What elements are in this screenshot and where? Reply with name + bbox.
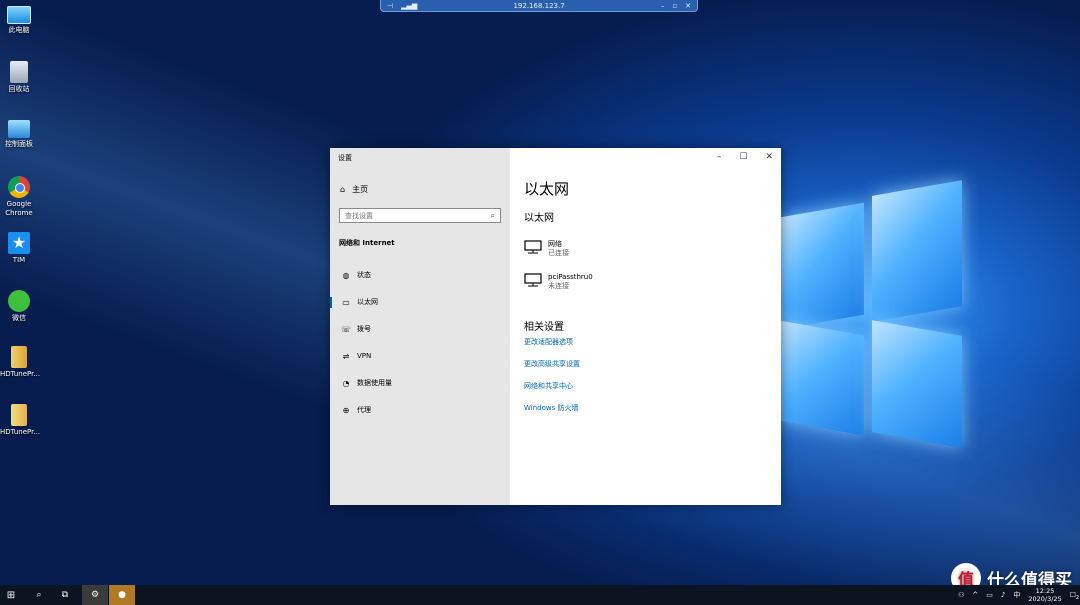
computer-icon — [7, 6, 31, 24]
task-view-button[interactable]: ⧉ — [54, 585, 76, 605]
people-icon[interactable]: ⚇ — [958, 591, 964, 599]
page-title: 以太网 — [524, 180, 570, 198]
home-icon: ⌂ — [340, 185, 346, 194]
nav-item-data-usage[interactable]: ◔ 数据使用量 — [330, 374, 510, 392]
taskbar: ⊞ ⌕ ⧉ ⚙ ● ⚇ ^ ▭ ♪ 中 12:25 2020/3/25 ☐ 2 — [0, 585, 1080, 605]
data-usage-icon: ◔ — [342, 378, 350, 388]
chevron-up-icon[interactable]: ^ — [972, 591, 978, 599]
clock[interactable]: 12:25 2020/3/25 — [1028, 587, 1061, 603]
restore-icon[interactable]: ▫ — [672, 2, 677, 10]
taskbar-settings[interactable]: ⚙ — [82, 585, 108, 605]
archive-file-icon — [11, 404, 27, 426]
control-panel-icon — [8, 120, 30, 138]
gear-icon: ⚙ — [90, 590, 100, 600]
window-controls: – ☐ ✕ — [717, 152, 773, 162]
settings-window: 设置 ⌂ 主页 ⌕ 网络和 Internet ◍ 状态 ▭ 以太网 ☏ 拨号 ⇌… — [330, 148, 781, 505]
desktop-icon-control-panel[interactable]: 控制面板 — [0, 120, 38, 149]
remote-connection-bar[interactable]: ⊣ ▂▄▆ 192.168.123.7 – ▫ ✕ — [380, 0, 698, 12]
dialup-icon: ☏ — [340, 324, 351, 334]
vpn-icon: ⇌ — [342, 351, 350, 361]
start-button[interactable]: ⊞ — [0, 585, 22, 605]
window-title: 设置 — [338, 154, 352, 162]
active-indicator — [330, 297, 332, 308]
link-network-sharing-center[interactable]: 网络和共享中心 — [524, 381, 573, 391]
desktop-icon-tim[interactable]: ★ TIM — [0, 232, 38, 265]
globe-status-icon: ◍ — [342, 270, 350, 280]
related-settings-title: 相关设置 — [524, 322, 564, 333]
windows-logo-wallpaper — [780, 180, 965, 450]
nav-item-proxy[interactable]: ⊕ 代理 — [330, 401, 510, 419]
desktop-icon-chrome[interactable]: Google Chrome — [0, 176, 38, 218]
search-button[interactable]: ⌕ — [28, 585, 50, 605]
nav-item-status[interactable]: ◍ 状态 — [330, 266, 510, 284]
signal-icon: ▂▄▆ — [401, 1, 418, 10]
desktop-icon-hdtune-2[interactable]: HDTunePr... — [0, 404, 40, 437]
volume-icon[interactable]: ♪ — [1001, 591, 1005, 599]
network-item[interactable]: 网络 已连接 — [524, 240, 569, 258]
tim-icon: ★ — [8, 232, 30, 254]
ethernet-icon: ▭ — [342, 297, 350, 307]
system-tray: ⚇ ^ ▭ ♪ 中 12:25 2020/3/25 ☐ 2 — [958, 585, 1079, 605]
proxy-globe-icon: ⊕ — [342, 405, 350, 415]
remote-host: 192.168.123.7 — [513, 1, 565, 10]
minimize-button[interactable]: – — [717, 152, 722, 162]
nav-home[interactable]: ⌂ 主页 — [340, 184, 368, 195]
desktop-icon-recycle-bin[interactable]: 回收站 — [0, 61, 38, 94]
search-box[interactable]: ⌕ — [339, 208, 501, 223]
nav-item-dialup[interactable]: ☏ 拨号 — [330, 320, 510, 338]
section-title: 网络和 Internet — [339, 239, 395, 247]
archive-file-icon — [11, 346, 27, 368]
ethernet-monitor-icon — [524, 240, 542, 254]
maximize-button[interactable]: ☐ — [739, 152, 747, 162]
desktop-icon-hdtune-1[interactable]: HDTunePr... — [0, 346, 40, 379]
notification-icon[interactable]: ☐ 2 — [1070, 591, 1079, 601]
link-windows-firewall[interactable]: Windows 防火墙 — [524, 403, 578, 413]
nav-item-ethernet[interactable]: ▭ 以太网 — [330, 293, 510, 311]
close-button[interactable]: ✕ — [765, 152, 773, 162]
network-item[interactable]: pciPassthru0 未连接 — [524, 273, 593, 291]
link-adapter-options[interactable]: 更改适配器选项 — [524, 337, 573, 347]
taskbar-wechat[interactable]: ● — [109, 585, 135, 605]
nav-item-vpn[interactable]: ⇌ VPN — [330, 347, 510, 365]
chrome-icon — [8, 176, 30, 198]
settings-sidebar: 设置 ⌂ 主页 ⌕ 网络和 Internet ◍ 状态 ▭ 以太网 ☏ 拨号 ⇌… — [330, 148, 510, 505]
minimize-icon[interactable]: – — [661, 2, 665, 10]
task-view-icon: ⧉ — [61, 590, 69, 600]
search-input[interactable] — [345, 211, 475, 220]
pin-icon[interactable]: ⊣ — [387, 2, 393, 10]
desktop-icon-this-pc[interactable]: 此电脑 — [0, 6, 38, 35]
recycle-bin-icon — [10, 61, 28, 83]
search-icon: ⌕ — [36, 590, 42, 600]
search-icon[interactable]: ⌕ — [491, 211, 495, 221]
close-icon[interactable]: ✕ — [685, 2, 691, 10]
page-subtitle: 以太网 — [524, 213, 554, 224]
network-tray-icon[interactable]: ▭ — [986, 591, 993, 599]
ethernet-monitor-icon — [524, 273, 542, 287]
link-advanced-sharing[interactable]: 更改高级共享设置 — [524, 359, 580, 369]
windows-start-icon: ⊞ — [6, 589, 16, 601]
settings-content: – ☐ ✕ 以太网 以太网 网络 已连接 pciPassthru0 未连接 相关… — [510, 148, 781, 505]
wechat-icon: ● — [118, 590, 126, 600]
wechat-icon — [8, 290, 30, 312]
desktop-icon-wechat[interactable]: 微信 — [0, 290, 38, 323]
ime-icon[interactable]: 中 — [1013, 590, 1020, 600]
